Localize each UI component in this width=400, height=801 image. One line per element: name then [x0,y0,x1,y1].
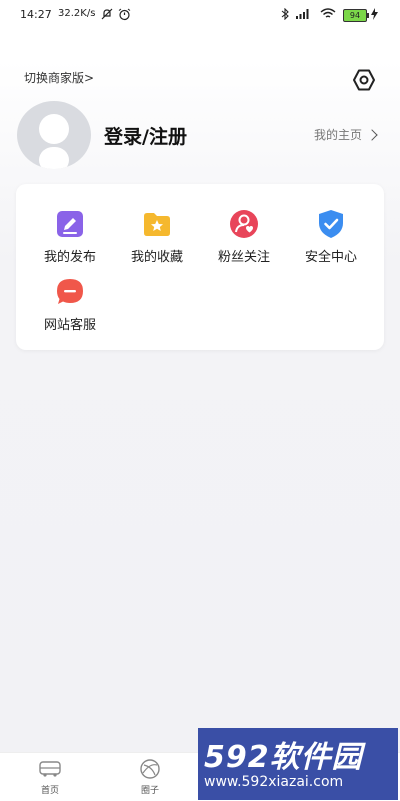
my-homepage-label: 我的主页 [314,128,363,142]
tab-home-label: 首页 [40,786,59,796]
chevron-right-icon [366,128,378,141]
mute-icon [101,8,113,23]
menu-item-label: 网站客服 [43,318,96,333]
battery-level: 94 [343,9,369,22]
user-heart-icon [228,208,260,240]
status-bar: 14:27 32.2K/s 94 [0,0,400,30]
watermark: 592软件园 www.592xiazai.com [198,728,398,800]
menu-item-label: 粉丝关注 [217,250,270,265]
menu-item-fans-follow[interactable]: 粉丝关注 [201,208,287,265]
menu-item-my-posts[interactable]: 我的发布 [27,208,113,265]
chat-bubble-icon [54,276,86,308]
my-homepage-link[interactable]: 我的主页 [314,126,378,143]
bus-icon [38,759,62,779]
menu-item-customer-service[interactable]: 网站客服 [27,276,113,333]
alarm-icon [118,8,131,24]
settings-hexagon-icon [353,69,375,91]
circle-icon [138,759,162,779]
signal-icon [295,8,311,23]
menu-item-label: 我的收藏 [130,250,183,265]
tab-circle-label: 圈子 [140,786,159,796]
menu-item-label: 安全中心 [304,250,357,265]
tab-circle[interactable]: 圈子 [120,759,180,796]
watermark-brand: 592软件园 [204,740,363,775]
menu-item-my-favorites[interactable]: 我的收藏 [114,208,200,265]
menu-item-label: 我的发布 [43,250,96,265]
edit-icon [54,208,86,240]
charging-icon [371,8,378,23]
wifi-icon [320,8,336,23]
menu-item-security-center[interactable]: 安全中心 [288,208,374,265]
menu-card: 我的发布 我的收藏 粉丝关注 安全中心 网站客服 [16,184,384,350]
watermark-url: www.592xiazai.com [204,774,344,790]
login-register-link[interactable]: 登录/注册 [104,122,187,149]
tab-home[interactable]: 首页 [20,759,80,796]
folder-star-icon [141,208,173,240]
avatar[interactable] [16,100,92,170]
settings-button[interactable] [350,66,378,94]
status-time: 14:27 [20,8,52,21]
status-net-speed: 32.2K/s [58,8,96,19]
bluetooth-icon [281,7,290,23]
shield-check-icon [315,208,347,240]
switch-merchant-link[interactable]: 切换商家版> [24,69,94,86]
